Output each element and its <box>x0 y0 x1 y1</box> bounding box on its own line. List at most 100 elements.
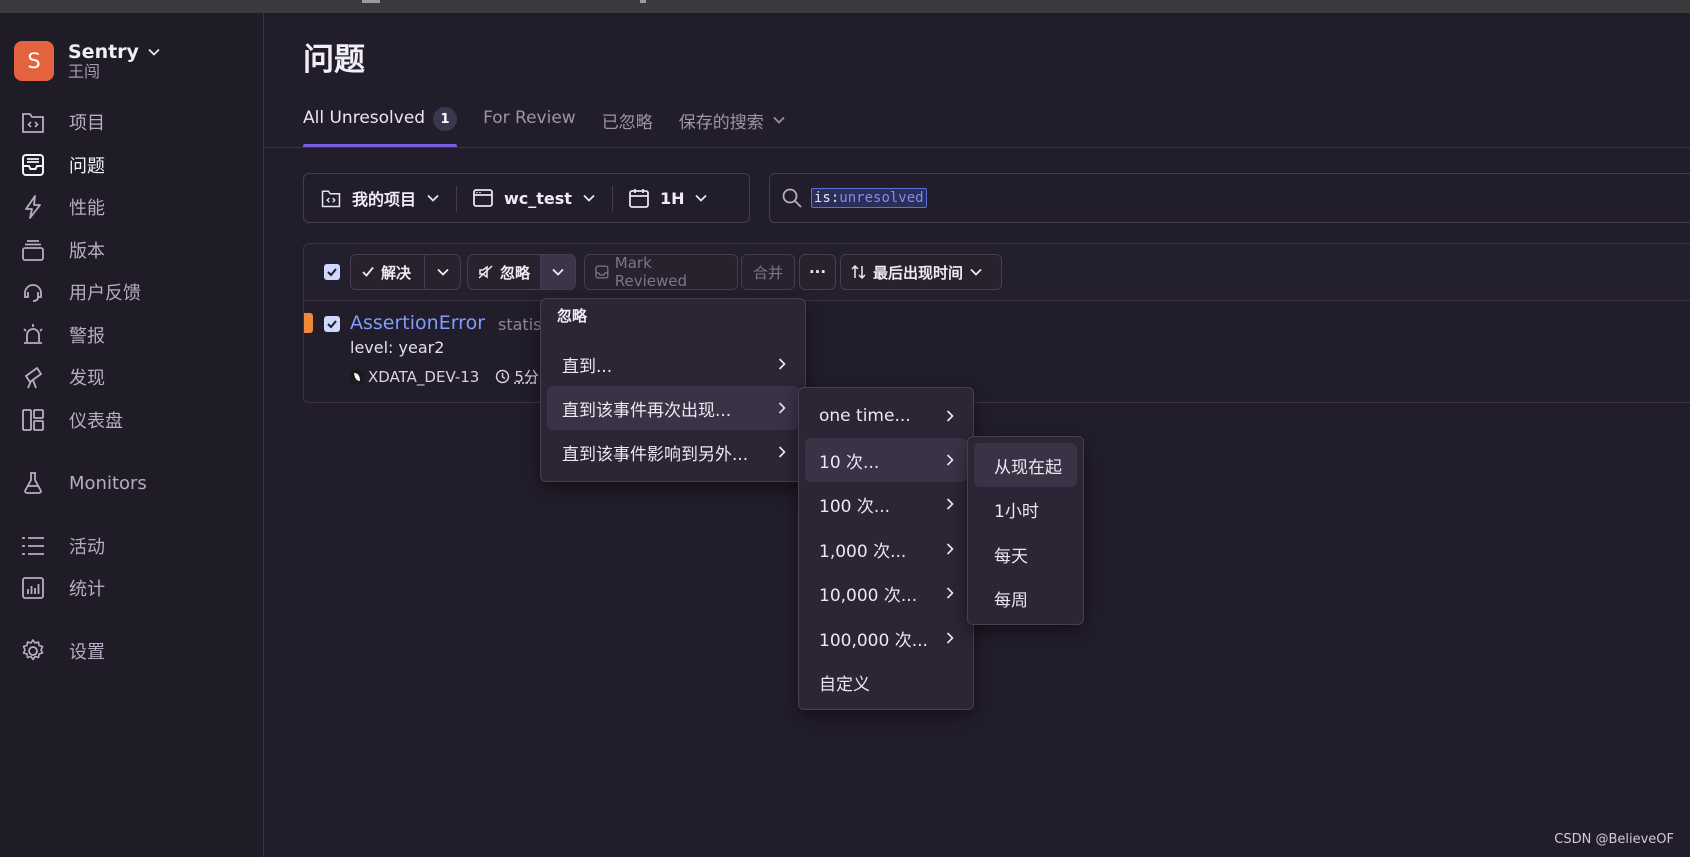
select-all-checkbox[interactable] <box>324 264 340 280</box>
issue-age: 5分 <box>495 366 539 387</box>
search-token[interactable]: is:unresolved <box>811 188 927 208</box>
chevron-down-icon <box>583 194 595 202</box>
sidebar-item-monitors[interactable]: Monitors <box>0 464 264 502</box>
chevron-down-icon <box>148 48 160 56</box>
merge-button[interactable]: 合并 <box>741 254 795 290</box>
tab-all-unresolved[interactable]: All Unresolved 1 <box>303 100 458 148</box>
merge-label: 合并 <box>752 263 783 282</box>
chevron-right-icon <box>778 446 786 458</box>
resolve-dropdown-button[interactable] <box>424 254 461 290</box>
more-actions-button[interactable]: ··· <box>799 254 836 290</box>
environment-filter[interactable]: wc_test <box>456 174 612 222</box>
sidebar-item-label: 活动 <box>69 537 105 558</box>
tab-saved-searches[interactable]: 保存的搜索 <box>679 100 786 148</box>
issue-checkbox[interactable] <box>324 316 340 332</box>
sidebar-item-label: 问题 <box>69 156 105 177</box>
tab-ignored[interactable]: 已忽略 <box>602 100 653 148</box>
menu-item-until-occurs-again[interactable]: 直到该事件再次出现... <box>547 386 799 430</box>
platform-icon <box>350 369 364 384</box>
date-filter[interactable]: 1H <box>611 174 725 222</box>
short-id-label: XDATA_DEV-13 <box>368 367 480 386</box>
chevron-down-icon <box>552 268 564 276</box>
sidebar-item-user-feedback[interactable]: 用户反馈 <box>0 273 264 311</box>
project-filter[interactable]: 我的项目 <box>304 174 456 222</box>
count-badge: 1 <box>433 107 458 131</box>
ignore-button[interactable]: 忽略 <box>467 254 541 290</box>
dashboards-icon <box>22 409 44 431</box>
sidebar-item-label: 仪表盘 <box>69 411 123 432</box>
sidebar-item-dashboards[interactable]: 仪表盘 <box>0 401 264 439</box>
mute-icon <box>478 265 493 279</box>
tab-label: For Review <box>483 108 576 128</box>
menu-item-10000-times[interactable]: 10,000 次... <box>805 571 967 615</box>
time-window-menu: 从现在起 1小时 每天 每周 <box>967 436 1084 625</box>
resolve-button[interactable]: 解决 <box>350 254 425 290</box>
projects-icon <box>22 113 44 133</box>
sidebar-item-label: 版本 <box>69 241 105 262</box>
menu-item-custom[interactable]: 自定义 <box>805 660 967 704</box>
ignore-menu-header: 忽略 <box>557 307 588 325</box>
menu-item-100000-times[interactable]: 100,000 次... <box>805 616 967 660</box>
resolve-label: 解决 <box>381 263 412 282</box>
calendar-icon <box>629 189 649 208</box>
issue-title-link[interactable]: AssertionError <box>350 312 485 334</box>
menu-item-until-affects-users[interactable]: 直到该事件影响到另外... <box>547 430 799 474</box>
alerts-icon <box>23 324 43 344</box>
menu-item-per-day[interactable]: 每天 <box>974 532 1077 576</box>
mark-reviewed-button[interactable]: Mark Reviewed <box>584 254 738 290</box>
watermark: CSDN @BelieveOF <box>1554 832 1674 847</box>
chevron-right-icon <box>946 410 954 422</box>
performance-icon <box>25 195 41 219</box>
search-token-key: is: <box>814 190 840 206</box>
sidebar-item-issues[interactable]: 问题 <box>0 146 264 184</box>
menu-item-per-week[interactable]: 每周 <box>974 576 1077 620</box>
sidebar-item-discover[interactable]: 发现 <box>0 358 264 396</box>
org-avatar: S <box>14 41 54 81</box>
sidebar-item-projects[interactable]: 项目 <box>0 103 264 141</box>
menu-item-per-hour[interactable]: 1小时 <box>974 487 1077 531</box>
sidebar-item-alerts[interactable]: 警报 <box>0 316 264 354</box>
tab-label: All Unresolved <box>303 108 426 128</box>
sort-icon <box>851 264 866 280</box>
activity-icon <box>22 537 44 555</box>
ignore-dropdown-button[interactable] <box>540 254 576 290</box>
discover-icon <box>24 366 43 389</box>
menu-item-10-times[interactable]: 10 次... <box>805 438 967 482</box>
tab-label: 保存的搜索 <box>678 113 764 133</box>
sidebar-item-settings[interactable]: 设置 <box>0 632 264 670</box>
sidebar-item-stats[interactable]: 统计 <box>0 569 264 607</box>
tab-for-review[interactable]: For Review <box>483 100 576 148</box>
gear-icon <box>22 639 44 661</box>
check-icon <box>327 268 337 277</box>
issue-message: level: year2 <box>350 338 445 357</box>
chevron-down-icon <box>970 268 982 276</box>
ignore-menu: 忽略 直到... 直到该事件再次出现... 直到该事件影响到另外... <box>540 298 806 482</box>
date-filter-label: 1H <box>659 188 685 208</box>
sort-button[interactable]: 最后出现时间 <box>840 254 1002 290</box>
releases-icon <box>22 240 44 261</box>
check-icon <box>327 320 337 329</box>
stats-icon <box>22 577 44 599</box>
menu-item-one-time[interactable]: one time... <box>805 394 967 438</box>
menu-item-until[interactable]: 直到... <box>547 342 799 386</box>
menu-item-100-times[interactable]: 100 次... <box>805 482 967 526</box>
org-switcher[interactable]: S Sentry 王闯 <box>14 41 161 81</box>
menu-item-label: 1,000 次... <box>819 541 907 562</box>
sidebar: S Sentry 王闯 项目 问题 性能 版本 用户反馈 警报 发现 仪表盘 M… <box>0 13 264 857</box>
chevron-down-icon <box>427 194 439 202</box>
sidebar-item-label: 发现 <box>69 368 105 389</box>
sidebar-item-label: 用户反馈 <box>69 283 141 304</box>
menu-item-1000-times[interactable]: 1,000 次... <box>805 527 967 571</box>
sidebar-item-performance[interactable]: 性能 <box>0 188 264 226</box>
issue-list: 解决 忽略 Mark Reviewed 合并 ··· 最后出现时间 Assert… <box>303 243 1690 403</box>
chevron-right-icon <box>778 402 786 414</box>
menu-item-from-now[interactable]: 从现在起 <box>974 443 1077 487</box>
issue-short-id[interactable]: XDATA_DEV-13 <box>350 368 479 386</box>
sidebar-item-label: 性能 <box>69 198 105 219</box>
search-bar[interactable]: is:unresolved <box>769 173 1690 223</box>
sidebar-item-releases[interactable]: 版本 <box>0 231 264 269</box>
ellipsis-icon: ··· <box>808 263 827 281</box>
user-feedback-icon <box>24 284 42 302</box>
sidebar-item-activity[interactable]: 活动 <box>0 527 264 565</box>
issue-level-indicator <box>304 313 313 333</box>
